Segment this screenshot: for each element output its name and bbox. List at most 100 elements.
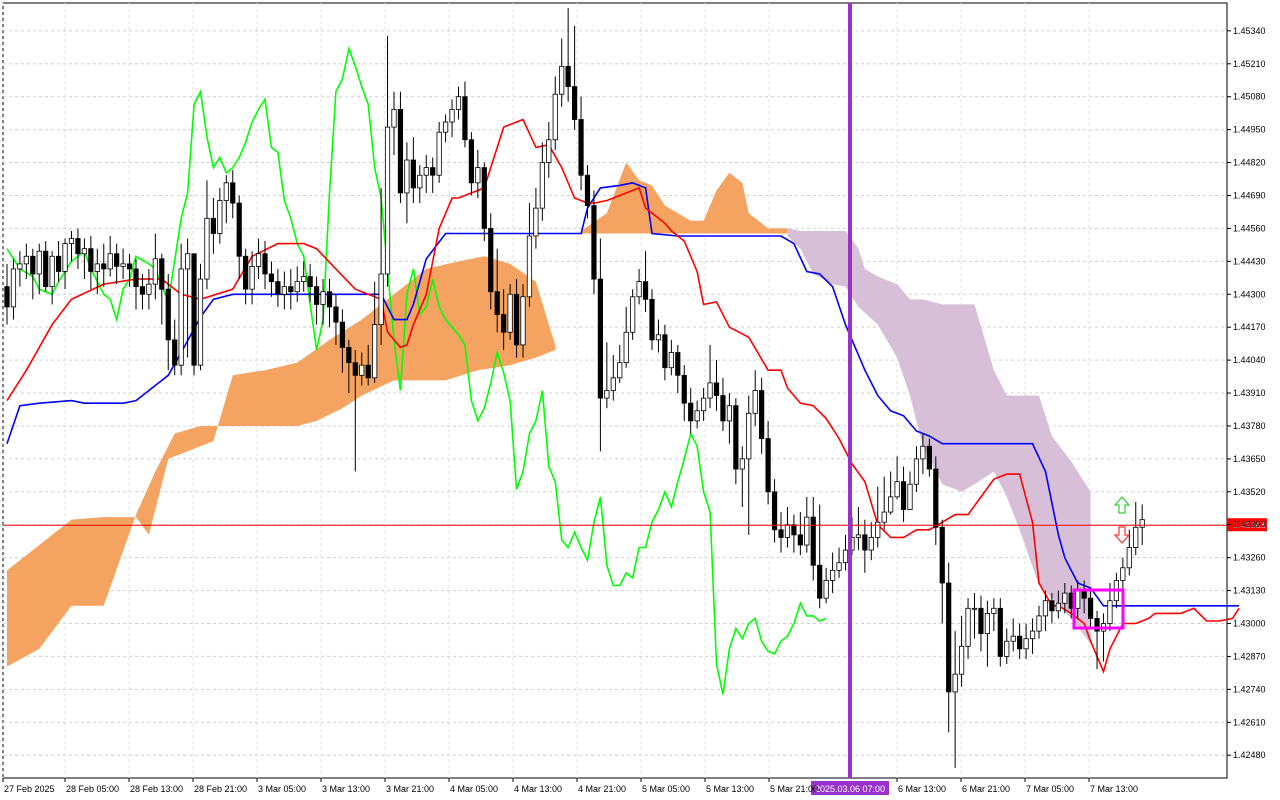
candle-body	[352, 362, 358, 376]
candle	[713, 360, 720, 411]
candle-body	[43, 250, 49, 288]
candle	[681, 365, 687, 421]
candle	[578, 96, 584, 191]
candle-body	[675, 352, 681, 376]
candle-body	[617, 362, 623, 379]
candle-body	[481, 167, 487, 229]
candle-body	[997, 607, 1003, 657]
price-chart[interactable]: 1.433882025.03.06 07:00 1.453401.452101.…	[0, 0, 1280, 800]
candle	[262, 241, 268, 290]
candle-body	[1120, 567, 1126, 581]
candle-body	[346, 347, 352, 364]
candle-body	[339, 321, 346, 348]
candle	[243, 248, 249, 305]
candle-body	[959, 645, 965, 675]
chart-axes: 1.45340 1.45210 1.45080 1.44950 1.44820 1.446…	[2, 26, 1266, 794]
candle-body	[191, 253, 197, 366]
candle-body	[726, 405, 733, 422]
candle-body	[894, 481, 900, 498]
candle-body	[397, 108, 404, 194]
candle	[642, 251, 649, 312]
candle-body	[701, 397, 707, 412]
candle	[75, 228, 81, 269]
y-tick-label: 1.44170	[1233, 322, 1266, 332]
candle	[804, 496, 810, 553]
candle	[197, 263, 204, 371]
candle	[191, 253, 197, 376]
candle-body	[1010, 635, 1016, 642]
y-tick-label: 1.43780	[1233, 421, 1266, 431]
candle-body	[423, 167, 429, 176]
candle-body	[1004, 640, 1010, 657]
y-tick-label: 1.43390	[1233, 520, 1266, 530]
candle-body	[642, 281, 649, 300]
candle	[933, 456, 939, 545]
candle	[43, 241, 49, 292]
candle	[759, 377, 765, 454]
candle-body	[778, 529, 784, 538]
y-tick-label: 1.43130	[1233, 586, 1266, 596]
candle-body	[442, 121, 449, 133]
candle	[417, 165, 423, 204]
candle	[352, 349, 358, 472]
candle-body	[17, 263, 23, 270]
candle	[765, 420, 771, 505]
candle-body	[836, 562, 842, 571]
candle	[688, 387, 694, 434]
candle-body	[552, 93, 558, 141]
candle	[894, 456, 900, 500]
candle-body	[152, 258, 158, 285]
candle	[584, 165, 591, 219]
candle	[10, 258, 17, 320]
y-tick-label: 1.45210	[1233, 59, 1266, 69]
candle	[1120, 557, 1126, 594]
candle-body	[326, 291, 333, 308]
candle	[288, 268, 294, 310]
candle-body	[88, 248, 94, 272]
candle-body	[1088, 597, 1094, 619]
candle	[1017, 623, 1023, 659]
candle	[101, 243, 107, 287]
candle-body	[1133, 526, 1139, 548]
y-tick-label: 1.43520	[1233, 487, 1266, 497]
x-tick-label: 28 Feb 13:00	[130, 784, 183, 794]
candle-body	[107, 253, 113, 270]
candle-body	[268, 273, 275, 282]
candle	[397, 91, 404, 204]
candle	[178, 243, 184, 376]
candle	[810, 496, 816, 581]
candle-body	[126, 263, 133, 270]
candle-body	[1029, 630, 1036, 640]
candle-body	[759, 390, 765, 440]
x-tick-label: 7 Mar 13:00	[1090, 784, 1138, 794]
candle	[610, 355, 616, 401]
candle-body	[513, 293, 520, 346]
x-tick-label: 4 Mar 05:00	[450, 784, 498, 794]
candle-body	[1107, 600, 1113, 624]
x-tick-label: 5 Mar 13:00	[706, 784, 754, 794]
candle	[771, 479, 778, 543]
candle	[81, 238, 87, 280]
candle-body	[23, 255, 29, 265]
candle	[946, 562, 952, 733]
candle	[1139, 504, 1145, 545]
candle	[662, 324, 668, 381]
candle	[533, 187, 539, 249]
candle	[597, 238, 604, 452]
candle	[133, 258, 139, 310]
candle	[1100, 613, 1107, 662]
candle	[468, 132, 475, 196]
x-tick-label: 7 Mar 05:00	[1026, 784, 1074, 794]
y-tick-label: 1.44560	[1233, 223, 1266, 233]
candle-body	[4, 286, 10, 308]
candle-body	[662, 334, 668, 369]
y-tick-label: 1.44820	[1233, 158, 1266, 168]
candle	[313, 276, 320, 325]
kumo-past	[7, 256, 556, 667]
candle	[675, 344, 681, 394]
candle-body	[1023, 638, 1029, 650]
candle	[30, 248, 36, 300]
candle	[591, 190, 597, 295]
candle-body	[249, 265, 255, 290]
x-tick-label: 3 Mar 05:00	[258, 784, 306, 794]
